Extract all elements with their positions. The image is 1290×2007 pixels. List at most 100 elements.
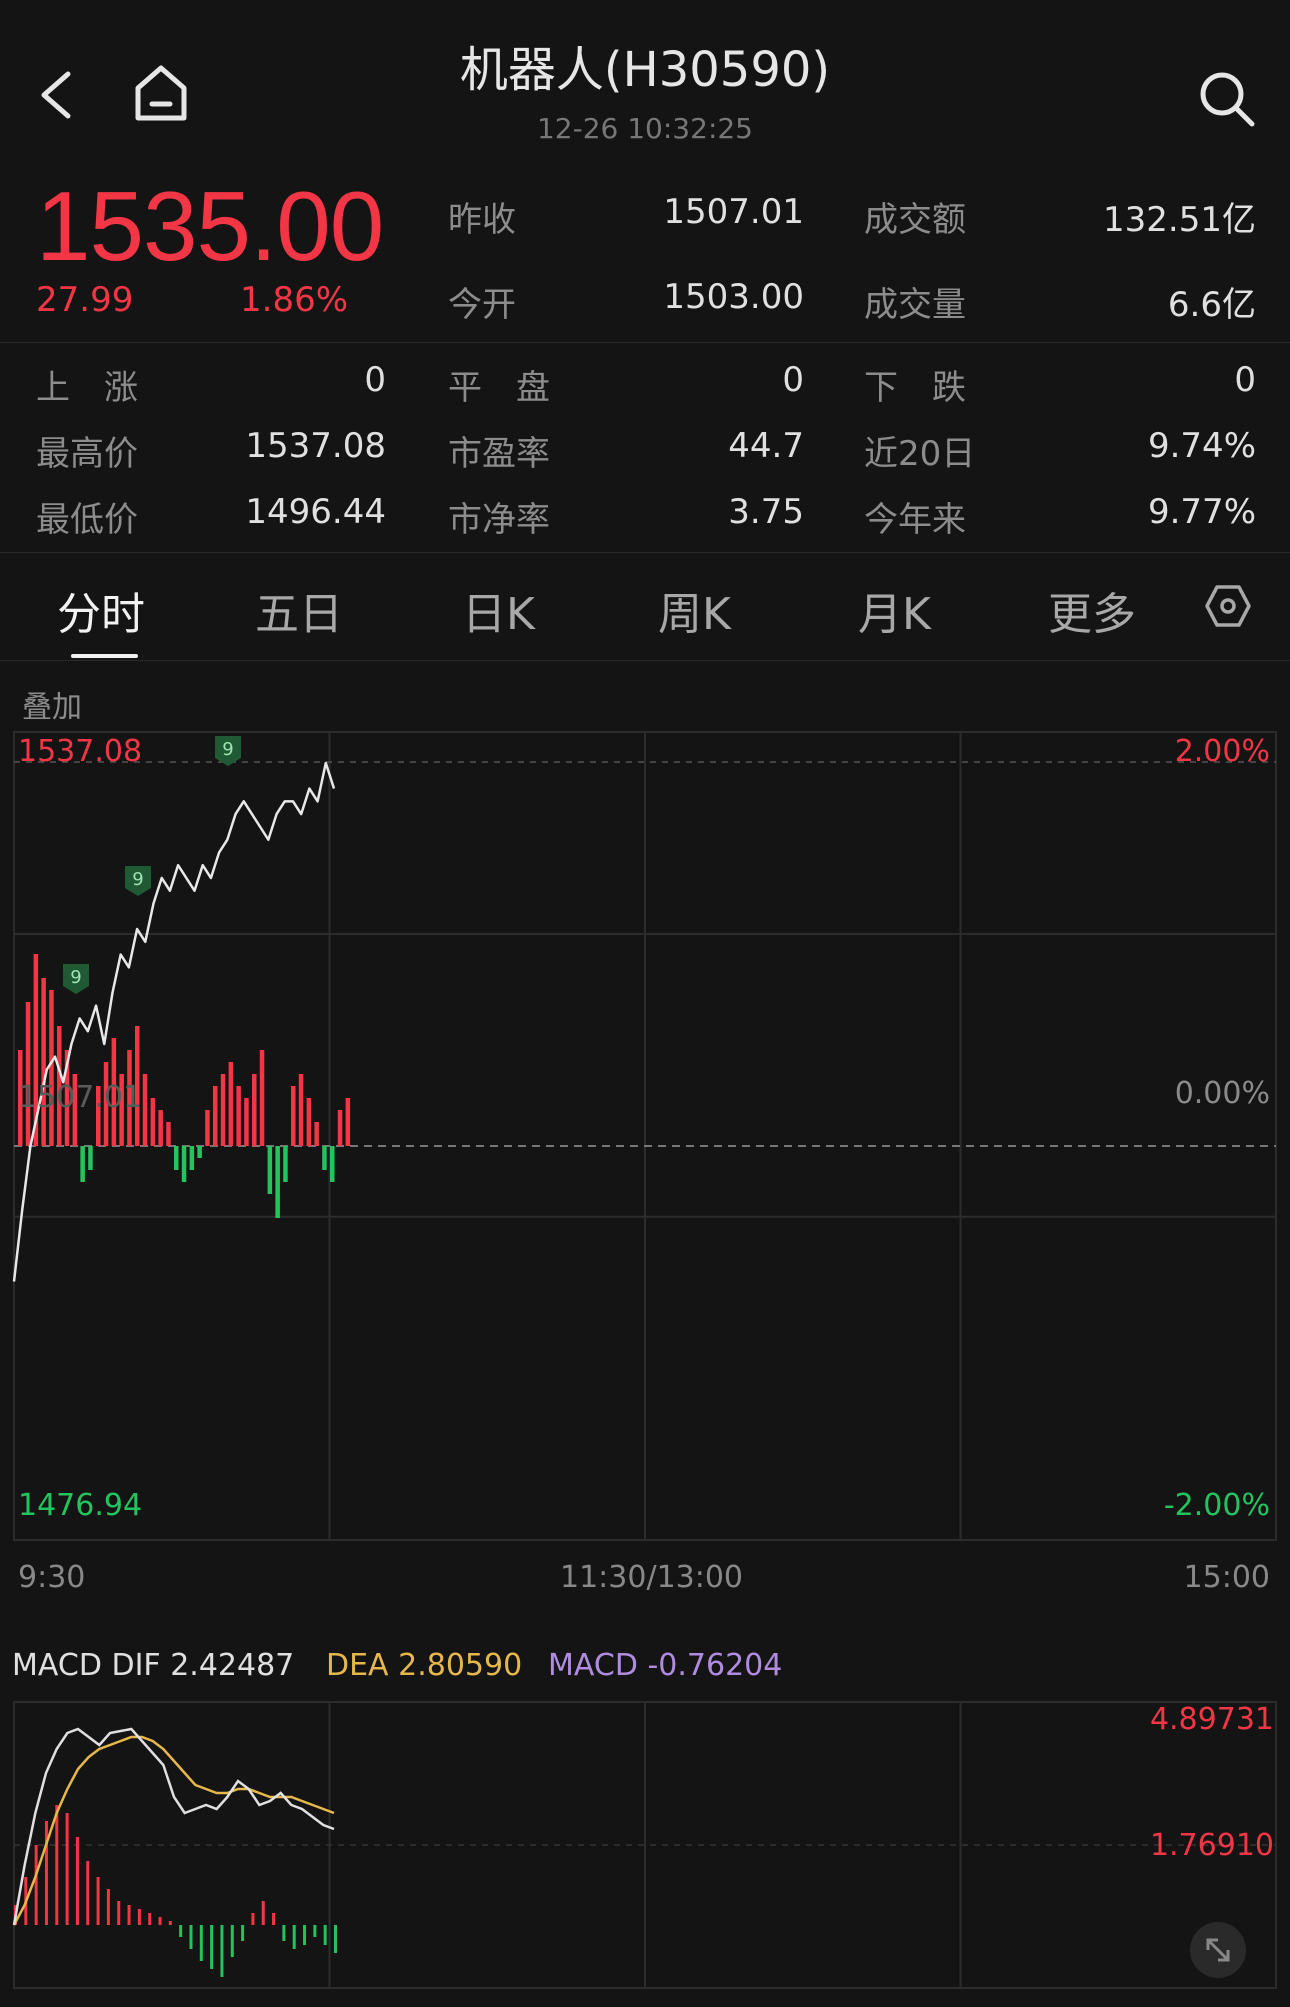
volume-bar — [345, 1098, 351, 1146]
volume-bar — [88, 1146, 93, 1170]
tab-weekly-k[interactable]: 周K — [658, 578, 731, 642]
volume-bar — [228, 1062, 234, 1146]
volume-bar — [166, 1122, 171, 1146]
macd-hist-bar — [303, 1925, 307, 1945]
stat-value-low: 1496.44 — [245, 492, 386, 532]
macd-hist-bar — [251, 1913, 255, 1925]
stat-label-ytd: 今年来 — [864, 500, 966, 540]
stat-label-up-count: 上 涨 — [36, 368, 138, 408]
volume-bar — [244, 1098, 249, 1146]
divider — [0, 342, 1290, 343]
marker-label: 9 — [70, 967, 81, 988]
stat-value-volume: 6.6亿 — [1167, 285, 1256, 325]
volume-bar — [189, 1146, 195, 1170]
price-change: 27.99 — [36, 280, 134, 320]
time-start: 9:30 — [18, 1560, 86, 1595]
macd-dif-legend: MACD DIF 2.42487 — [12, 1648, 295, 1683]
marker-label: 9 — [222, 739, 233, 760]
macd-dea-legend: DEA 2.80590 — [326, 1648, 523, 1683]
stat-value-down-count: 0 — [1234, 360, 1256, 400]
macd-hist-bar — [210, 1925, 214, 1969]
volume-bar — [213, 1086, 218, 1146]
volume-bar — [41, 978, 46, 1146]
tab-more[interactable]: 更多 — [1048, 578, 1136, 642]
macd-hist-bar — [292, 1925, 296, 1949]
stat-label-turnover: 成交额 — [864, 200, 966, 240]
signal-marker: 9 — [63, 964, 89, 994]
price-change-pct: 1.86% — [240, 280, 349, 320]
volume-bar — [142, 1074, 148, 1146]
page-title: 机器人(H30590) — [459, 42, 831, 98]
active-tab-indicator — [71, 654, 138, 658]
stat-label-high: 最高价 — [36, 434, 138, 474]
volume-bar — [306, 1098, 312, 1146]
macd-hist-bar — [220, 1925, 224, 1977]
macd-value-legend: MACD -0.76204 — [548, 1648, 783, 1683]
macd-chart — [12, 1701, 1277, 1989]
volume-bar — [267, 1146, 273, 1194]
volume-bar — [181, 1146, 187, 1182]
macd-hist-bar — [323, 1925, 327, 1945]
volume-bar — [330, 1146, 335, 1182]
macd-hist-bar — [272, 1913, 276, 1925]
search-icon[interactable] — [1198, 70, 1256, 128]
stat-label-flat-count: 平 盘 — [448, 368, 550, 408]
stat-label-open: 今开 — [448, 285, 516, 325]
macd-hist-bar — [34, 1845, 38, 1925]
hexagon-settings-icon[interactable] — [1205, 584, 1251, 628]
stat-value-turnover: 132.51亿 — [1103, 200, 1256, 240]
macd-hist-bar — [106, 1889, 110, 1925]
macd-hist-bar — [75, 1837, 79, 1925]
stat-value-high: 1537.08 — [245, 426, 386, 466]
volume-bar — [291, 1086, 296, 1146]
volume-bar — [275, 1146, 280, 1218]
volume-bar — [314, 1122, 319, 1146]
volume-bar — [252, 1074, 257, 1146]
macd-axis-top: 4.89731 — [1149, 1702, 1274, 1737]
macd-hist-bar — [158, 1917, 162, 1925]
axis-pct-bottom: -2.00% — [1163, 1488, 1270, 1523]
tab-intraday[interactable]: 分时 — [57, 578, 145, 642]
axis-pct-top: 2.00% — [1174, 734, 1270, 769]
volume-bar — [174, 1146, 179, 1170]
stat-label-pb: 市净率 — [448, 500, 550, 540]
volume-bar — [259, 1050, 265, 1146]
volume-bar — [322, 1146, 327, 1170]
stat-value-ytd: 9.77% — [1147, 492, 1256, 532]
overlay-button[interactable]: 叠加 — [22, 682, 82, 726]
stat-label-down-count: 下 跌 — [864, 368, 966, 408]
stat-value-prev-close: 1507.01 — [663, 192, 804, 232]
volume-bar — [337, 1110, 343, 1146]
axis-pct-mid: 0.00% — [1174, 1076, 1270, 1111]
stat-label-volume: 成交量 — [864, 285, 966, 325]
macd-hist-bar — [230, 1925, 234, 1957]
expand-icon — [1206, 1938, 1230, 1962]
stat-value-pb: 3.75 — [728, 492, 804, 532]
volume-bar — [49, 990, 54, 1146]
quote-timestamp: 12-26 10:32:25 — [536, 112, 753, 145]
intraday-chart: 9 9 9 — [12, 731, 1277, 1541]
macd-hist-bar — [282, 1925, 286, 1941]
tab-monthly-k[interactable]: 月K — [858, 578, 931, 642]
tab-five-day[interactable]: 五日 — [255, 578, 343, 642]
volume-bar — [236, 1086, 241, 1146]
stat-value-flat-count: 0 — [782, 360, 804, 400]
volume-bar — [197, 1146, 202, 1158]
tab-daily-k[interactable]: 日K — [462, 578, 535, 642]
macd-hist-bar — [55, 1805, 59, 1925]
macd-hist-bar — [334, 1925, 337, 1953]
axis-low-price: 1476.94 — [18, 1488, 143, 1523]
divider — [0, 552, 1290, 553]
dif-line — [12, 1727, 335, 1926]
macd-hist-bar — [179, 1925, 183, 1937]
price-line — [12, 761, 336, 1282]
volume-bar — [220, 1074, 226, 1146]
macd-hist-bar — [168, 1921, 172, 1925]
expand-button[interactable] — [1190, 1922, 1246, 1978]
macd-hist-bar — [313, 1925, 317, 1937]
macd-hist-bar — [199, 1925, 203, 1961]
stat-value-pe: 44.7 — [728, 426, 804, 466]
axis-high-price: 1537.08 — [18, 734, 143, 769]
current-price: 1535.00 — [36, 171, 384, 281]
stat-value-open: 1503.00 — [663, 277, 804, 317]
